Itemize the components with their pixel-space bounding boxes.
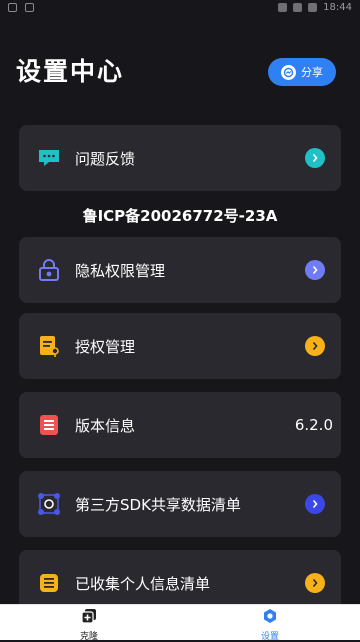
chat-bubble-icon (37, 146, 61, 170)
icp-license-text: 鲁ICP备20026772号-23A (82, 207, 278, 225)
menu-item-authorization[interactable]: 授权管理 (19, 313, 341, 379)
nav-tab-label: 设置 (260, 632, 279, 642)
bottom-navigation: 克隆 设置 (0, 604, 360, 642)
status-bar: 18:44 (0, 0, 360, 18)
menu-item-version[interactable]: 版本信息 6.2.0 (19, 392, 341, 458)
lock-icon (37, 258, 61, 282)
menu-item-label: 授权管理 (75, 337, 136, 356)
notification-icon (8, 3, 17, 12)
settings-icon (262, 608, 278, 628)
menu-item-feedback[interactable]: 问题反馈 (19, 125, 341, 191)
version-value: 6.2.0 (294, 416, 333, 434)
share-label: 分享 (301, 66, 323, 79)
chevron-right-icon (305, 573, 325, 593)
menu-item-sdk-list[interactable]: 第三方SDK共享数据清单 (19, 471, 341, 537)
signal-icon (293, 3, 303, 12)
info-list-icon (37, 571, 61, 595)
menu-item-privacy[interactable]: 隐私权限管理 (19, 237, 341, 303)
chevron-right-icon (305, 148, 325, 168)
menu-item-label: 问题反馈 (75, 149, 136, 168)
status-time: 18:44 (323, 2, 352, 13)
menu-item-label: 第三方SDK共享数据清单 (75, 495, 241, 514)
list-document-icon (37, 413, 61, 437)
menu-item-label: 隐私权限管理 (75, 261, 166, 280)
battery-icon (308, 3, 318, 12)
share-button[interactable]: 分享 (268, 58, 336, 86)
nav-tab-settings[interactable]: 设置 (230, 608, 310, 642)
clone-icon (81, 608, 97, 628)
nav-tab-label: 克隆 (79, 632, 98, 642)
chevron-right-icon (305, 260, 325, 280)
document-key-icon (37, 334, 61, 358)
chevron-right-icon (305, 336, 325, 356)
menu-item-label: 版本信息 (75, 416, 136, 435)
menu-item-label: 已收集个人信息清单 (75, 574, 211, 593)
nav-tab-clone[interactable]: 克隆 (49, 608, 129, 642)
wifi-icon (278, 3, 288, 12)
notification-icon (25, 3, 34, 12)
share-icon (281, 64, 296, 80)
page-title: 设置中心 (16, 57, 125, 86)
network-icon (37, 492, 61, 516)
chevron-right-icon (305, 494, 325, 514)
